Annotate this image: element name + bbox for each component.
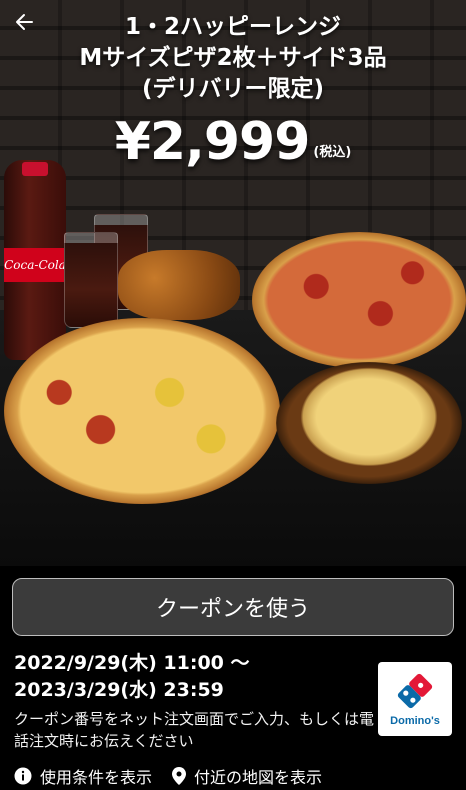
cola-glass	[64, 232, 118, 328]
price-row: ¥2,999 (税込)	[0, 112, 466, 172]
promo-title: 1・2ハッピーレンジ Mサイズピザ2枚＋サイド3品 (デリバリー限定)	[40, 12, 426, 105]
logo-text: Domino's	[390, 715, 440, 727]
map-pin-icon	[172, 767, 187, 785]
back-button[interactable]	[10, 8, 38, 36]
use-coupon-button[interactable]: クーポンを使う	[12, 578, 454, 636]
promo-title-line: 1・2ハッピーレンジ	[124, 14, 341, 40]
coupon-note: クーポン番号をネット注文画面でご入力、もしくは電話注文時にお伝えください	[14, 710, 375, 750]
pizza-image	[252, 232, 466, 368]
footer-links: 使用条件を表示 付近の地図を表示	[14, 764, 322, 788]
price: ¥2,999	[114, 112, 311, 172]
tax-note: (税込)	[313, 145, 352, 160]
potato-basket-image	[276, 362, 462, 484]
back-arrow-icon	[16, 14, 33, 30]
map-link-label: 付近の地図を表示	[194, 768, 323, 787]
fried-chicken-image	[118, 250, 240, 320]
validity-start: 2022/9/29(木) 11:00 〜	[14, 652, 250, 674]
validity-period: 2022/9/29(木) 11:00 〜 2023/3/29(水) 23:59	[14, 650, 250, 704]
pizza-image	[4, 318, 280, 504]
info-icon	[14, 767, 32, 785]
dominos-logo-icon	[397, 673, 433, 709]
validity-end: 2023/3/29(水) 23:59	[14, 679, 224, 701]
dominos-logo: Domino's	[378, 662, 452, 736]
terms-link[interactable]: 使用条件を表示	[14, 764, 152, 788]
terms-link-label: 使用条件を表示	[40, 768, 153, 787]
cola-label: Coca-Cola	[4, 248, 66, 282]
promo-title-line: (デリバリー限定)	[141, 76, 325, 102]
hero-image: Coca-Cola 1・2ハッピーレンジ Mサイズピザ2枚＋サイド3品 (デリバ…	[0, 0, 466, 566]
map-link[interactable]: 付近の地図を表示	[172, 764, 322, 788]
promo-title-line: Mサイズピザ2枚＋サイド3品	[79, 45, 387, 71]
